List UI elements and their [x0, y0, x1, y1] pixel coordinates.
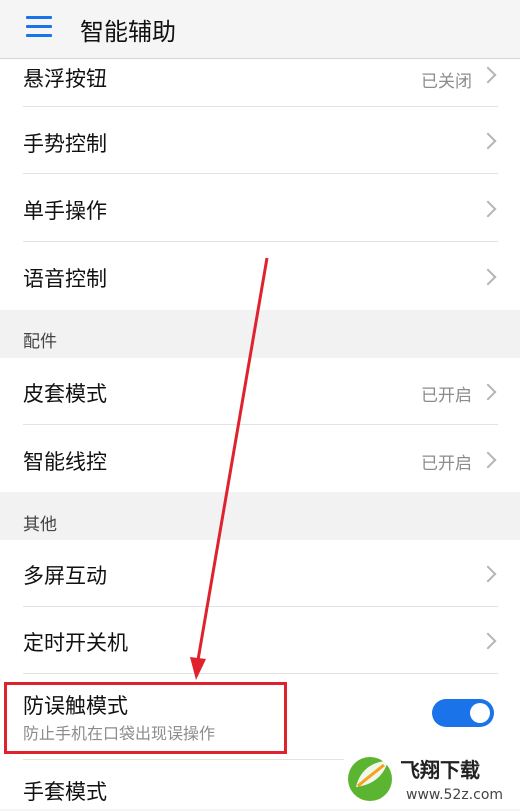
smart-wire-label: 智能线控 [23, 450, 107, 474]
gesture-control-row[interactable]: 手势控制 [0, 107, 520, 174]
chevron-right-icon [479, 632, 497, 650]
chevron-right-icon [479, 565, 497, 583]
smart-wire-status: 已开启 [421, 454, 472, 474]
chevron-right-icon [479, 268, 497, 286]
cover-mode-row[interactable]: 皮套模式 已开启 [0, 358, 520, 425]
cover-mode-label: 皮套模式 [23, 382, 107, 406]
multi-screen-row[interactable]: 多屏互动 [0, 540, 520, 607]
watermark-brand: 飞翔下载 [400, 758, 480, 782]
section-accessories: 配件 [0, 310, 520, 358]
one-hand-row[interactable]: 单手操作 [0, 174, 520, 242]
app-header: 智能辅助 [0, 0, 520, 59]
scheduled-power-label: 定时开关机 [23, 631, 128, 655]
watermark-logo: 飞翔下载 www.52z.com [344, 747, 518, 807]
smart-wire-row[interactable]: 智能线控 已开启 [0, 425, 520, 492]
floating-button-status: 已关闭 [421, 72, 472, 92]
menu-icon[interactable] [26, 16, 52, 38]
section-title: 配件 [23, 332, 57, 352]
cover-mode-status: 已开启 [421, 386, 472, 406]
voice-control-row[interactable]: 语音控制 [0, 242, 520, 310]
page-title: 智能辅助 [80, 18, 176, 46]
multi-screen-label: 多屏互动 [23, 564, 107, 588]
floating-button-label: 悬浮按钮 [23, 67, 107, 91]
scheduled-power-row[interactable]: 定时开关机 [0, 607, 520, 674]
section-title: 其他 [23, 515, 57, 535]
chevron-right-icon [479, 451, 497, 469]
floating-button-row[interactable]: 悬浮按钮 已关闭 [0, 59, 520, 107]
glove-mode-label: 手套模式 [23, 780, 107, 804]
one-hand-label: 单手操作 [23, 199, 107, 223]
gesture-control-label: 手势控制 [23, 132, 107, 156]
annotation-highlight-box [4, 682, 287, 754]
chevron-right-icon [479, 132, 497, 150]
chevron-right-icon [479, 66, 497, 84]
chevron-right-icon [479, 383, 497, 401]
toggle-knob [470, 703, 490, 723]
watermark-url: www.52z.com [406, 787, 503, 803]
voice-control-label: 语音控制 [23, 267, 107, 291]
accidental-touch-toggle[interactable] [432, 699, 494, 727]
chevron-right-icon [479, 200, 497, 218]
section-other: 其他 [0, 492, 520, 540]
leaf-logo-icon: 飞翔下载 www.52z.com [348, 757, 503, 803]
